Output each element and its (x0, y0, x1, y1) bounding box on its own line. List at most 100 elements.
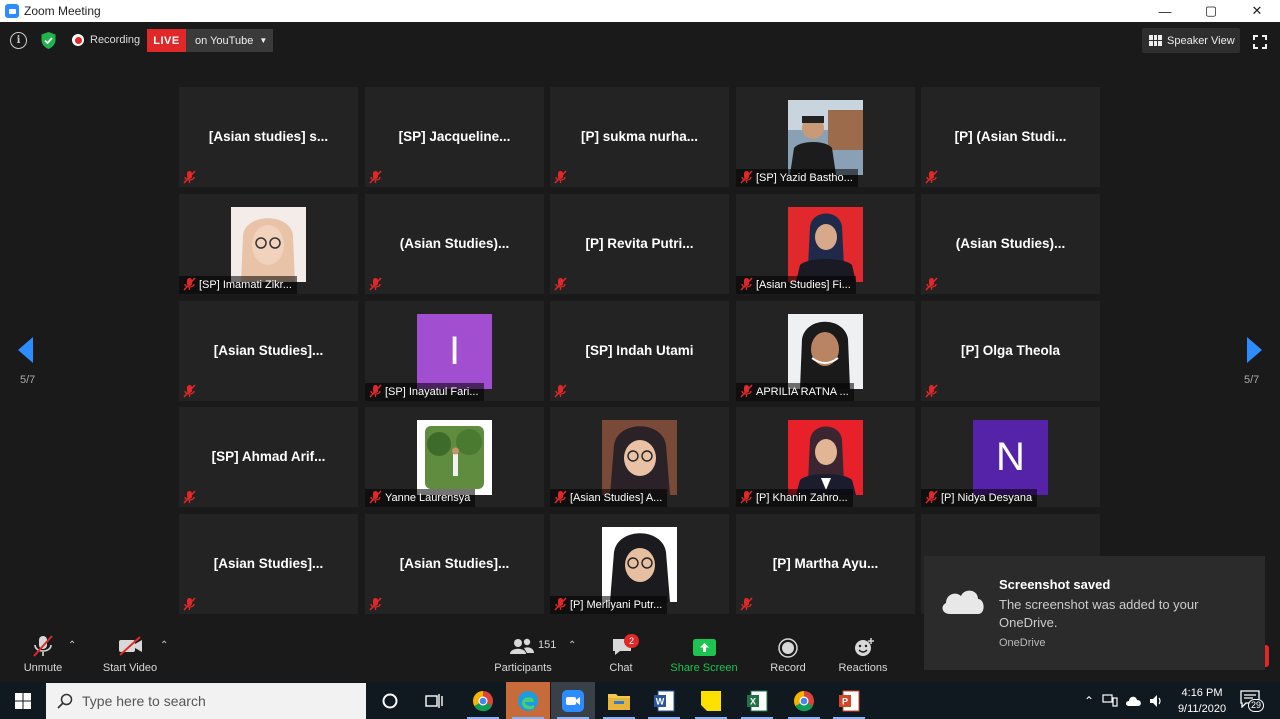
participant-name: (Asian Studies)... (955, 236, 1066, 251)
svg-text:P: P (842, 696, 848, 706)
show-hidden-icons-chevron-icon[interactable]: ⌃ (1084, 694, 1094, 708)
participant-tile[interactable]: Yanne Laurensya (365, 407, 544, 507)
excel-icon: X (747, 690, 768, 711)
participant-tile[interactable]: (Asian Studies)... (365, 194, 544, 294)
task-view-icon (425, 693, 443, 708)
participant-tile[interactable]: [Asian Studies]... (179, 514, 358, 614)
reactions-label: Reactions (838, 662, 888, 674)
participant-tile[interactable]: [Asian Studies] A... (550, 407, 729, 507)
mic-muted-icon (554, 384, 567, 398)
speaker-view-label: Speaker View (1167, 34, 1235, 47)
taskbar-search-box[interactable]: Type here to search (46, 683, 366, 719)
share-screen-icon (693, 639, 716, 656)
recording-indicator[interactable]: Recording (72, 34, 140, 46)
chat-badge: 2 (624, 634, 639, 648)
participant-name: [SP] Ahmad Arif... (211, 449, 326, 464)
unmute-label: Unmute (23, 662, 63, 674)
participant-tile[interactable]: N [P] Nidya Desyana (921, 407, 1100, 507)
taskbar-sticky-notes[interactable] (689, 682, 733, 719)
clock-time: 4:16 PM (1181, 687, 1223, 699)
toast-source: OneDrive (999, 637, 1046, 649)
next-page-arrow-icon[interactable] (1246, 337, 1262, 363)
taskbar-word[interactable]: W (642, 682, 686, 719)
mic-muted-icon (369, 277, 382, 291)
action-center-button[interactable]: 29 (1240, 690, 1265, 712)
search-placeholder: Type here to search (82, 693, 206, 709)
participant-tile[interactable]: [P] Khanin Zahro... (736, 407, 915, 507)
share-screen-label: Share Screen (670, 662, 738, 674)
mic-muted-icon (740, 277, 753, 291)
svg-text:W: W (656, 696, 665, 706)
audio-options-chevron-up-icon[interactable]: ⌃ (68, 640, 76, 651)
participant-tile[interactable]: [Asian studies] s... (179, 87, 358, 187)
participant-tile[interactable]: (Asian Studies)... (921, 194, 1100, 294)
minimize-button[interactable]: — (1142, 0, 1188, 22)
participant-tile[interactable]: [P] Revita Putri... (550, 194, 729, 294)
mic-muted-icon (183, 384, 196, 398)
fullscreen-icon[interactable] (1253, 35, 1267, 49)
participant-tile[interactable]: [Asian Studies]... (179, 301, 358, 401)
mic-muted-icon (369, 384, 382, 398)
participant-tile[interactable]: [SP] Jacqueline... (365, 87, 544, 187)
participant-tile[interactable]: [SP] Indah Utami (550, 301, 729, 401)
folder-icon (608, 693, 630, 710)
taskbar-excel[interactable]: X (735, 682, 779, 719)
info-icon[interactable]: i (10, 32, 27, 49)
close-button[interactable]: ✕ (1234, 0, 1280, 22)
taskbar-powerpoint[interactable]: P (827, 682, 871, 719)
word-icon: W (654, 690, 675, 711)
mic-muted-icon (369, 597, 382, 611)
cortana-button[interactable] (368, 682, 412, 719)
taskbar-file-explorer[interactable] (597, 682, 641, 719)
video-options-chevron-up-icon[interactable]: ⌃ (160, 640, 168, 651)
maximize-button[interactable]: ▢ (1188, 0, 1234, 22)
taskbar-zoom[interactable] (551, 682, 595, 719)
taskbar-clock[interactable]: 4:16 PM 9/11/2020 (1172, 685, 1232, 717)
shield-icon[interactable] (40, 31, 57, 50)
record-label: Record (770, 662, 806, 674)
start-button[interactable] (0, 682, 45, 719)
toast-title: Screenshot saved (999, 577, 1111, 592)
participant-tile[interactable]: [P] Olga Theola (921, 301, 1100, 401)
speaker-view-button[interactable]: Speaker View (1142, 28, 1240, 53)
participant-tile[interactable]: [SP] Yazid Bastho... (736, 87, 915, 187)
onedrive-toast-notification[interactable]: Screenshot saved The screenshot was adde… (924, 556, 1265, 670)
participant-tile[interactable]: [P] Martha Ayu... (736, 514, 915, 614)
volume-icon[interactable] (1149, 694, 1163, 708)
participant-name: [P] sukma nurha... (580, 129, 699, 144)
participant-tile[interactable]: [Asian Studies]... (365, 514, 544, 614)
participant-tile[interactable]: APRILIA RATNA ... (736, 301, 915, 401)
participant-tile[interactable]: [Asian Studies] Fi... (736, 194, 915, 294)
live-youtube-dropdown[interactable]: on YouTube ▼ (186, 29, 273, 52)
search-icon (57, 693, 73, 709)
taskbar-chrome-2[interactable] (782, 682, 826, 719)
end-meeting-button-edge[interactable] (1265, 645, 1269, 667)
task-view-button[interactable] (412, 682, 456, 719)
taskbar-chrome[interactable] (461, 682, 505, 719)
mic-muted-icon (554, 170, 567, 184)
page-indicator-left: 5/7 (20, 374, 36, 386)
mic-muted-icon (740, 597, 753, 611)
participant-name: (Asian Studies)... (399, 236, 510, 251)
device-icon[interactable] (1102, 693, 1118, 708)
chrome-icon (473, 690, 493, 711)
mic-muted-icon (925, 170, 938, 184)
powerpoint-icon: P (839, 690, 860, 711)
participant-name: [Asian Studies]... (213, 343, 324, 358)
participant-tile[interactable]: [SP] Ahmad Arif... (179, 407, 358, 507)
page-indicator-right: 5/7 (1244, 374, 1260, 386)
live-badge[interactable]: LIVE (147, 29, 186, 52)
taskbar-edge[interactable] (506, 682, 550, 719)
participants-chevron-up-icon[interactable]: ⌃ (568, 640, 576, 651)
participant-tile[interactable]: [SP] Imamati Zikr... (179, 194, 358, 294)
participant-name: [SP] Jacqueline... (398, 129, 511, 144)
participant-tile[interactable]: [P] (Asian Studi... (921, 87, 1100, 187)
mic-muted-icon (554, 490, 567, 504)
onedrive-tray-icon[interactable] (1125, 695, 1143, 707)
participant-photo (417, 420, 492, 495)
participant-tile[interactable]: [P] sukma nurha... (550, 87, 729, 187)
participant-tile[interactable]: [P] Merliyani Putr... (550, 514, 729, 614)
mic-muted-icon (925, 490, 938, 504)
previous-page-arrow-icon[interactable] (18, 337, 34, 363)
participant-tile[interactable]: I [SP] Inayatul Fari... (365, 301, 544, 401)
